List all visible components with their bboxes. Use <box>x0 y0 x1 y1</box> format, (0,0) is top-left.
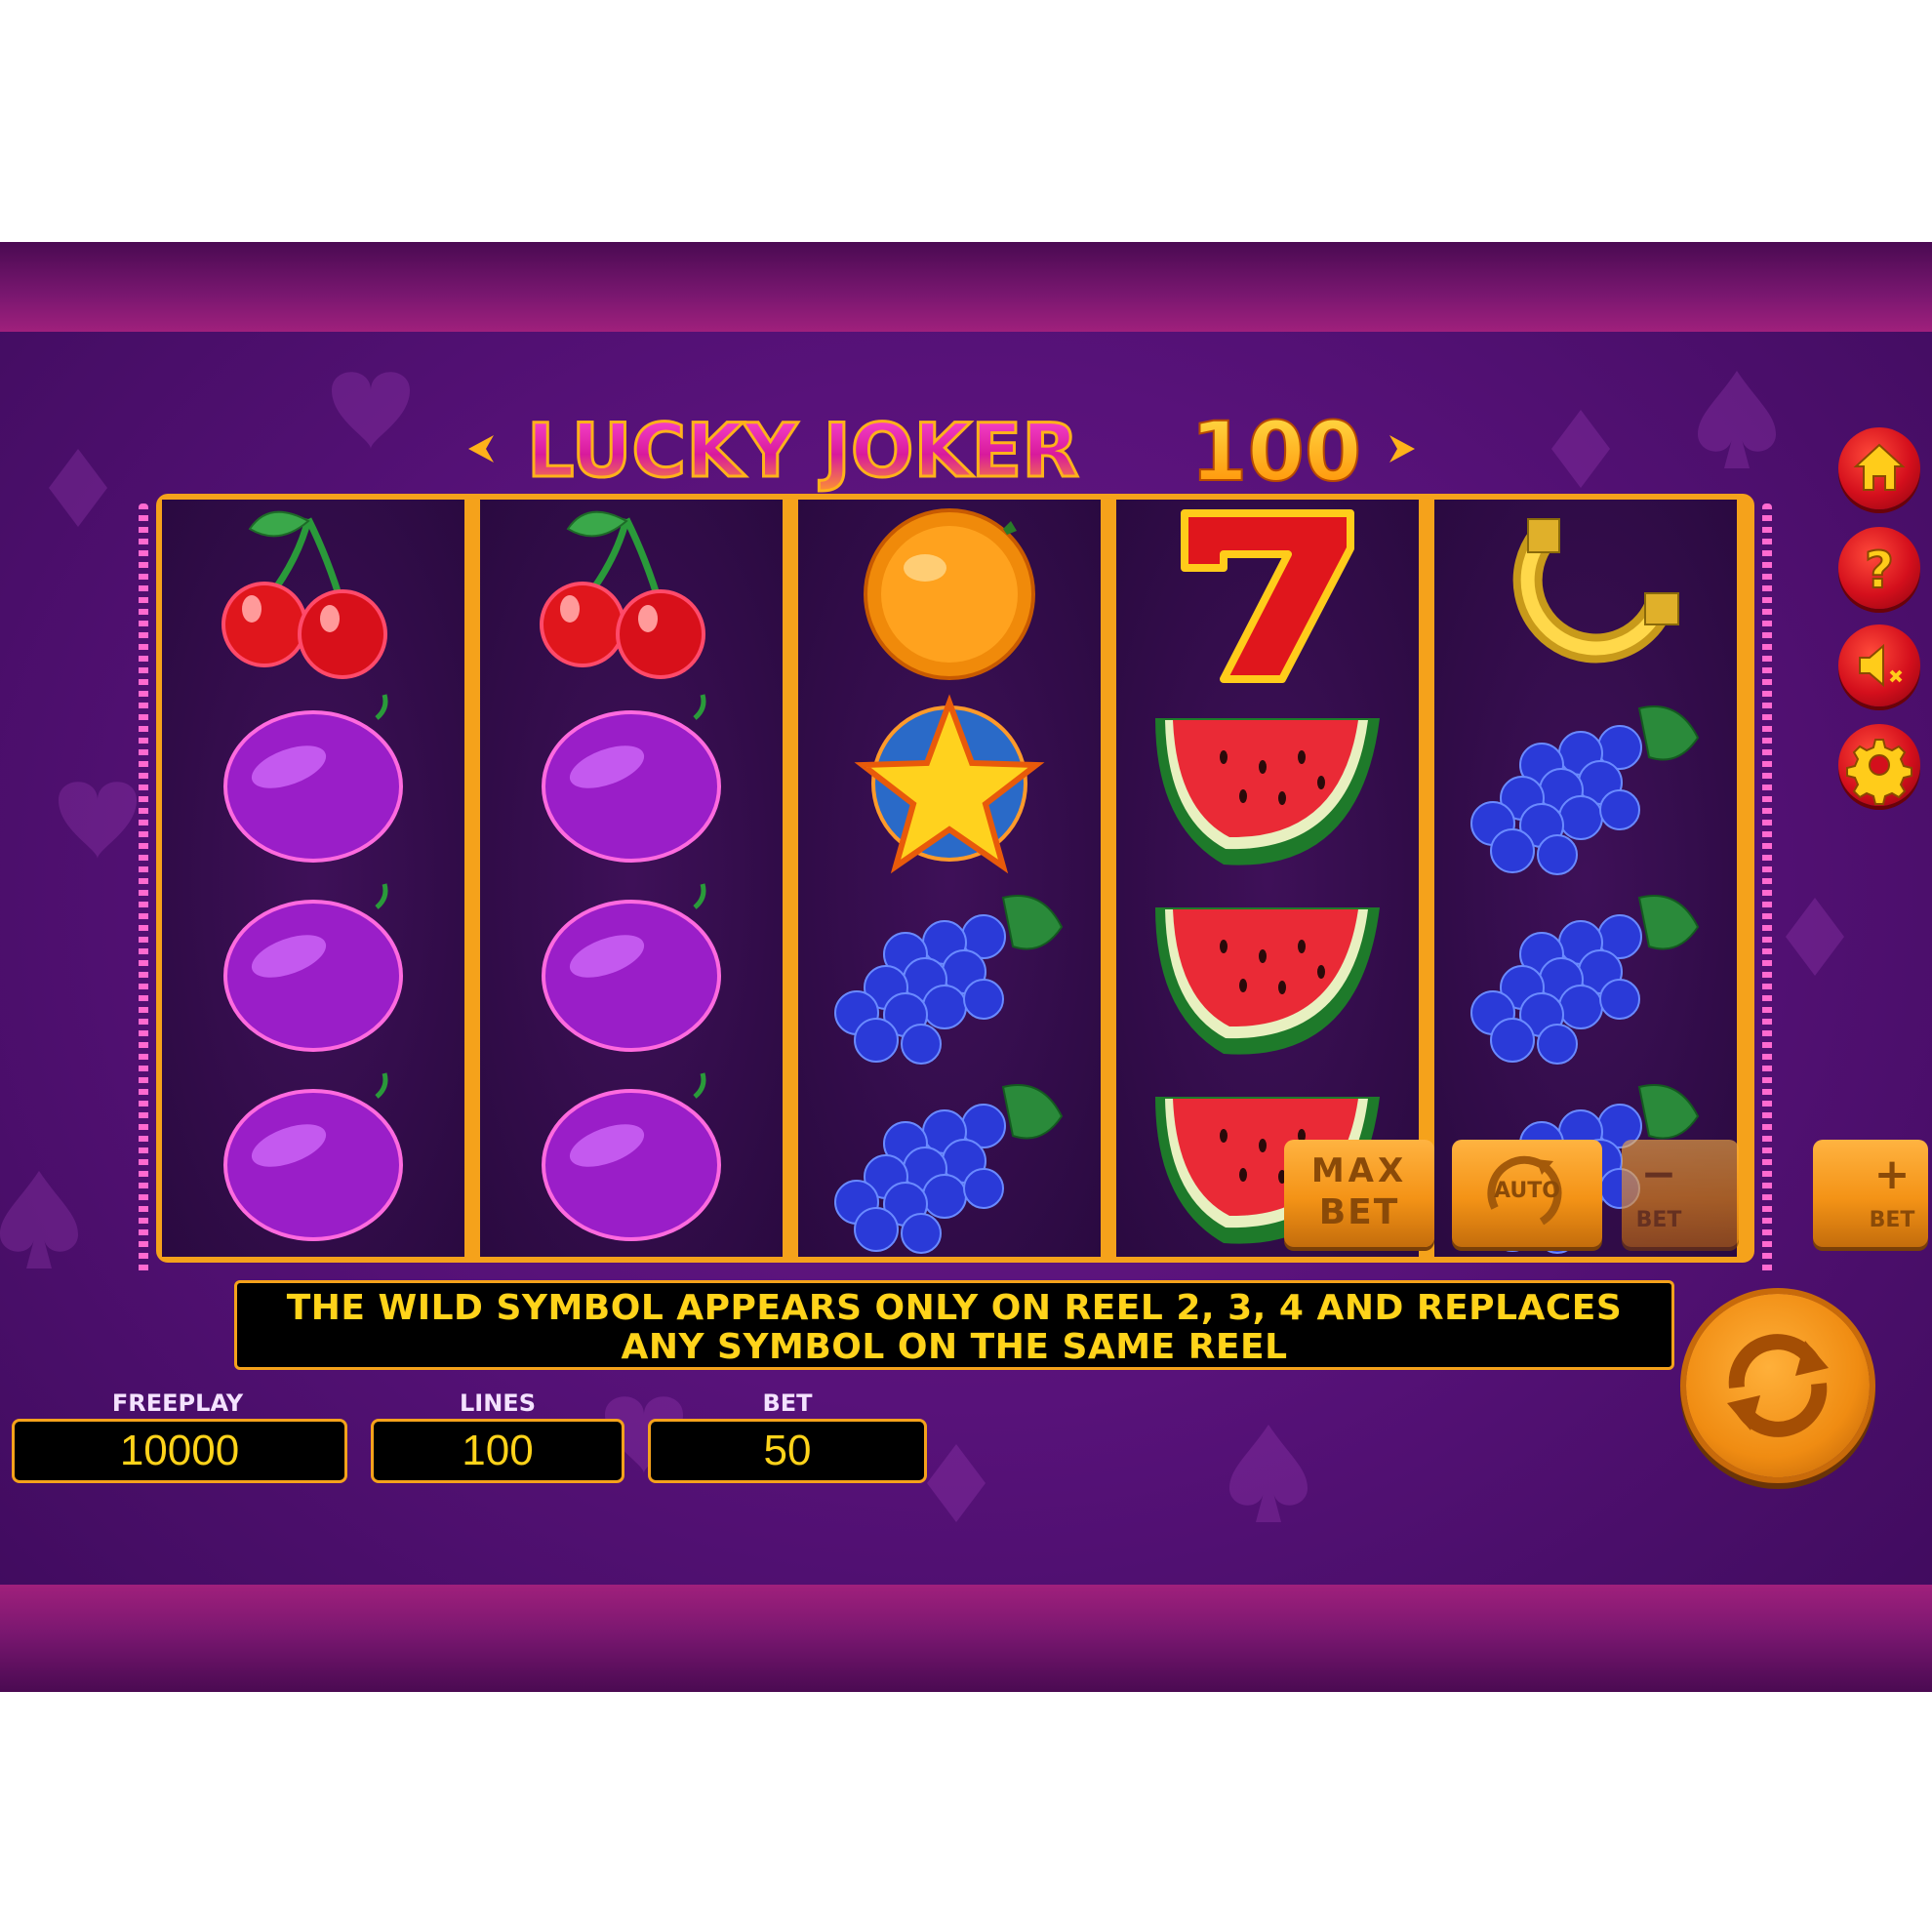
settings-button[interactable] <box>1838 724 1920 806</box>
spin-button[interactable] <box>1686 1294 1870 1477</box>
plum-symbol <box>162 1067 464 1257</box>
logo-text-number: 100 <box>1190 404 1361 496</box>
grapes-symbol <box>798 1067 1101 1257</box>
left-light-strip <box>139 503 148 1274</box>
help-button[interactable]: ? <box>1838 527 1920 609</box>
freeplay-value: 10000 <box>12 1419 347 1483</box>
reel-3 <box>798 500 1101 1257</box>
grapes-symbol <box>1434 878 1737 1067</box>
orange-symbol <box>798 500 1101 689</box>
help-icon: ? <box>1864 541 1895 601</box>
bet-label: BET <box>762 1389 813 1417</box>
auto-label: AUTO <box>1494 1179 1560 1203</box>
home-button[interactable] <box>1838 427 1920 509</box>
minus-icon: − <box>1640 1149 1677 1199</box>
grapes-symbol <box>798 878 1101 1067</box>
horseshoe-symbol <box>1434 500 1737 689</box>
cherry-symbol <box>480 500 783 689</box>
spin-arrows-icon <box>1727 1334 1829 1437</box>
game-logo: LUCKY JOKER 100 <box>468 403 1415 496</box>
auto-spin-button[interactable]: AUTO <box>1452 1140 1602 1247</box>
plum-symbol <box>162 689 464 878</box>
lines-label: LINES <box>460 1389 536 1417</box>
bet-plus-label: BET <box>1869 1208 1915 1232</box>
info-line-1: THE WILD SYMBOL APPEARS ONLY ON REEL 2, … <box>286 1288 1623 1328</box>
seven-symbol <box>1116 500 1419 689</box>
max-bet-label-top: MAX <box>1310 1151 1408 1190</box>
grapes-symbol <box>1434 689 1737 878</box>
mute-button[interactable] <box>1838 624 1920 706</box>
max-bet-button[interactable]: MAX BET <box>1284 1140 1434 1247</box>
settings-icon <box>1846 739 1912 805</box>
svg-text:?: ? <box>1865 542 1894 600</box>
logo-text-main: LUCKY JOKER <box>527 407 1079 494</box>
lines-value[interactable]: 100 <box>371 1419 624 1483</box>
top-band <box>0 242 1932 332</box>
plum-symbol <box>480 689 783 878</box>
home-icon <box>1853 443 1906 491</box>
bottom-band <box>0 1585 1932 1692</box>
watermelon-symbol <box>1116 878 1419 1067</box>
max-bet-label-bottom: BET <box>1318 1192 1400 1232</box>
bet-value: 50 <box>648 1419 927 1483</box>
plum-symbol <box>162 878 464 1067</box>
watermelon-symbol <box>1116 689 1419 878</box>
bet-minus-label: BET <box>1635 1208 1682 1232</box>
info-message: THE WILD SYMBOL APPEARS ONLY ON REEL 2, … <box>234 1280 1674 1370</box>
plum-symbol <box>480 878 783 1067</box>
reel-2 <box>480 500 783 1257</box>
info-line-2: ANY SYMBOL ON THE SAME REEL <box>621 1327 1288 1367</box>
reel-1 <box>162 500 464 1257</box>
bet-minus-button[interactable]: − BET <box>1622 1140 1739 1247</box>
right-light-strip <box>1762 503 1772 1274</box>
freeplay-label: FREEPLAY <box>111 1389 244 1417</box>
bet-plus-button[interactable]: + BET <box>1813 1140 1928 1247</box>
mute-icon <box>1859 643 1903 688</box>
plus-icon: + <box>1873 1149 1911 1199</box>
plum-symbol <box>480 1067 783 1257</box>
star-symbol <box>798 689 1101 878</box>
cherry-symbol <box>162 500 464 689</box>
